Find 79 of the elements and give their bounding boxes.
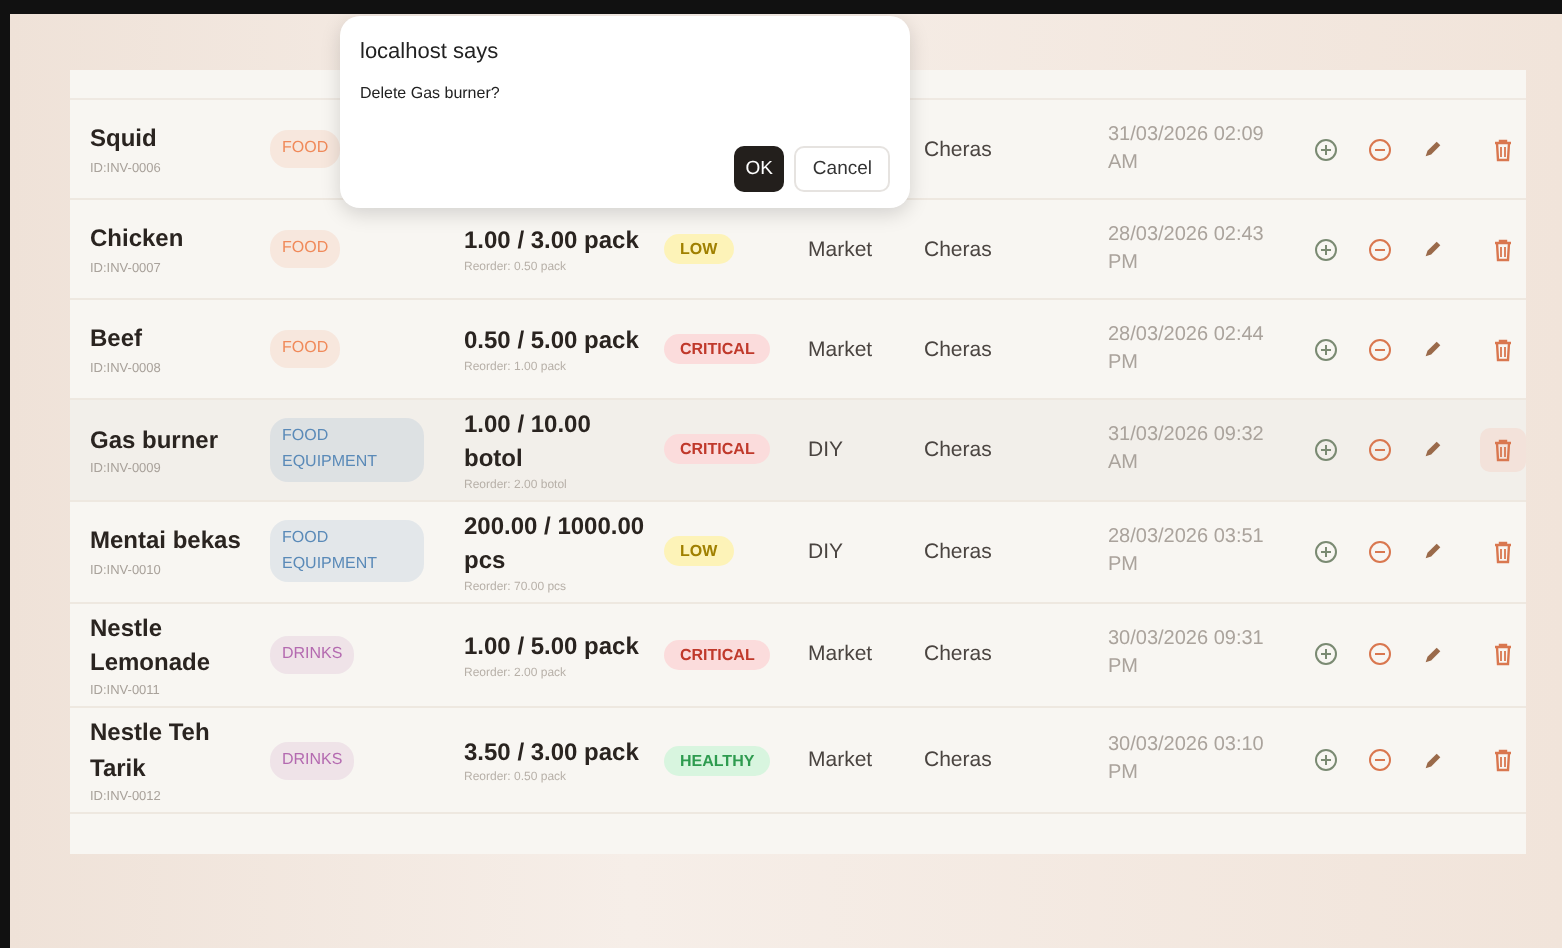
trash-icon <box>1492 748 1514 773</box>
pencil-icon <box>1422 540 1444 563</box>
updated-time: 28/03/2026 03:51 PM <box>1108 523 1266 580</box>
trash-icon <box>1492 539 1514 564</box>
item-name: Chicken <box>90 222 186 257</box>
minus-circle-icon <box>1367 748 1391 773</box>
plus-circle-icon <box>1313 237 1337 261</box>
item-name: Mentai bekas <box>90 524 243 559</box>
stock-quantity: 1.00 / 3.00 pack <box>464 224 641 259</box>
category-tag: DRINKS <box>270 636 355 674</box>
item-name: Squid <box>90 122 159 157</box>
location-text: Cheras <box>924 539 994 564</box>
location-text: Cheras <box>924 748 994 773</box>
updated-time: 31/03/2026 09:32 AM <box>1108 421 1266 478</box>
supplier-text: DIY <box>808 437 846 462</box>
location-text: Cheras <box>924 237 994 261</box>
plus-circle-icon <box>1313 539 1337 564</box>
updated-time: 30/03/2026 09:31 PM <box>1108 626 1266 683</box>
status-badge: CRITICAL <box>664 434 771 465</box>
minus-circle-icon <box>1367 237 1391 261</box>
dialog-title: localhost says <box>360 40 501 64</box>
status-badge: LOW <box>664 536 734 567</box>
plus-circle-icon <box>1313 337 1337 361</box>
supplier-text: DIY <box>808 539 846 564</box>
ok-button[interactable]: OK <box>733 146 785 192</box>
plus-circle-icon <box>1313 137 1337 161</box>
trash-icon <box>1492 642 1514 667</box>
stock-quantity: 200.00 / 1000.00 pcs <box>464 509 647 579</box>
dialog-message: Delete Gas burner? <box>360 84 502 102</box>
location-text: Cheras <box>924 337 994 361</box>
minus-circle-icon <box>1367 437 1391 462</box>
pencil-icon <box>1422 643 1444 666</box>
stock-quantity: 3.50 / 3.00 pack <box>464 736 641 771</box>
minus-circle-icon <box>1367 137 1391 161</box>
category-tag: FOOD <box>270 330 341 368</box>
stock-quantity: 1.00 / 10.00 botol <box>464 408 593 477</box>
pencil-icon <box>1422 749 1444 772</box>
plus-circle-icon <box>1313 437 1337 462</box>
minus-circle-icon <box>1367 642 1391 667</box>
updated-time: 28/03/2026 02:43 PM <box>1108 221 1266 277</box>
delete-button[interactable] <box>1480 427 1526 472</box>
updated-time: 31/03/2026 02:09 AM <box>1108 121 1266 177</box>
status-badge: CRITICAL <box>664 334 771 364</box>
category-tag: DRINKS <box>270 741 355 780</box>
pencil-icon <box>1422 338 1444 360</box>
location-text: Cheras <box>924 437 994 462</box>
updated-time: 28/03/2026 02:44 PM <box>1108 321 1266 377</box>
updated-time: 30/03/2026 03:10 PM <box>1108 732 1266 789</box>
item-name: Gas burner <box>90 423 221 458</box>
plus-circle-icon <box>1313 642 1337 667</box>
pencil-icon <box>1422 438 1444 461</box>
stock-quantity: 0.50 / 5.00 pack <box>464 324 641 359</box>
item-name: Beef <box>90 322 145 357</box>
supplier-text: Market <box>808 237 875 261</box>
minus-circle-icon <box>1367 337 1391 361</box>
category-tag: FOOD <box>270 230 341 268</box>
supplier-text: Market <box>808 748 875 773</box>
status-badge: HEALTHY <box>664 745 771 776</box>
minus-circle-icon <box>1367 539 1391 564</box>
location-text: Cheras <box>924 137 994 161</box>
cancel-button[interactable]: Cancel <box>794 146 890 192</box>
supplier-text: Market <box>808 337 875 361</box>
category-tag: FOOD EQUIPMENT <box>270 418 424 482</box>
plus-circle-icon <box>1313 748 1337 773</box>
status-badge: CRITICAL <box>664 639 771 670</box>
trash-icon <box>1492 237 1514 261</box>
category-tag: FOOD <box>270 130 341 168</box>
location-text: Cheras <box>924 642 994 667</box>
item-name: Nestle Teh Tarik <box>90 716 212 786</box>
trash-icon <box>1492 437 1514 462</box>
pencil-icon <box>1422 138 1444 160</box>
item-name: Nestle Lemonade <box>90 611 213 680</box>
trash-icon <box>1492 137 1514 161</box>
stock-quantity: 1.00 / 5.00 pack <box>464 630 641 665</box>
supplier-text: Market <box>808 642 875 667</box>
pencil-icon <box>1422 238 1444 260</box>
category-tag: FOOD EQUIPMENT <box>270 519 424 583</box>
trash-icon <box>1492 337 1514 361</box>
status-badge: LOW <box>664 234 734 264</box>
